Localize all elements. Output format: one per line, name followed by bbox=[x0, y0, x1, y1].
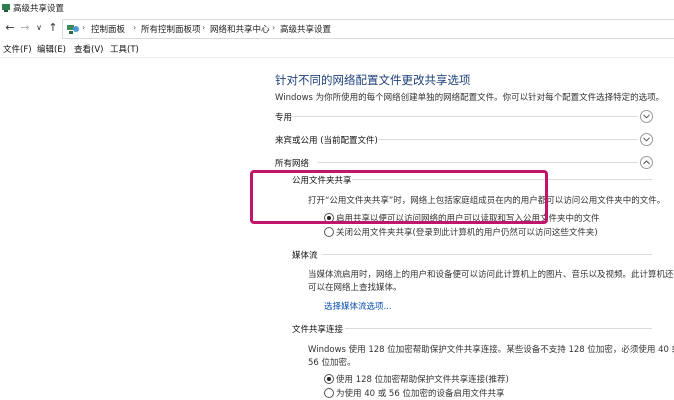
divider bbox=[318, 162, 638, 163]
address-bar[interactable]: › 控制面板 › 所有控制面板项 › 网络和共享中心 › 高级共享设置 bbox=[62, 19, 674, 39]
encryption-40-56-radio[interactable] bbox=[324, 388, 334, 398]
profile-private-label[interactable]: 专用 bbox=[275, 111, 292, 123]
network-sharing-icon bbox=[2, 4, 10, 12]
public-folder-off-label[interactable]: 关闭公用文件夹共享(登录到此计算机的用户仍然可以访问这些文件夹) bbox=[336, 226, 598, 238]
window-title: 高级共享设置 bbox=[13, 4, 65, 14]
encryption-128-radio[interactable] bbox=[324, 374, 334, 384]
control-panel-icon bbox=[67, 25, 79, 34]
chevron-down-icon bbox=[643, 114, 650, 119]
divider bbox=[322, 254, 652, 255]
page-description: Windows 为你所使用的每个网络创建单独的网络配置文件。你可以针对每个配置文… bbox=[275, 93, 665, 103]
encryption-128-label[interactable]: 使用 128 位加密帮助保护文件共享连接(推荐) bbox=[336, 373, 509, 385]
forward-button[interactable]: → bbox=[18, 21, 32, 35]
profile-guest-public-label[interactable]: 来宾或公用 (当前配置文件) bbox=[275, 134, 378, 146]
breadcrumb-separator-icon: › bbox=[82, 23, 86, 32]
menu-bar: 文件(F) 编辑(E) 查看(V) 工具(T) bbox=[0, 40, 674, 58]
up-button[interactable]: ↑ bbox=[46, 21, 60, 35]
page-title: 针对不同的网络配置文件更改共享选项 bbox=[275, 73, 471, 87]
media-description-line2: 可以在网络上查找媒体。 bbox=[308, 283, 402, 293]
file-sharing-heading: 文件共享连接 bbox=[292, 325, 344, 335]
file-sharing-description-line1: Windows 使用 128 位加密帮助保护文件共享连接。某些设备不支持 128… bbox=[308, 345, 674, 355]
highlight-box bbox=[250, 170, 548, 224]
breadcrumb-separator-icon: › bbox=[272, 23, 276, 32]
breadcrumb-separator-icon: › bbox=[202, 23, 206, 32]
recent-locations-button[interactable]: ∨ bbox=[32, 21, 46, 35]
expand-guest-public-button[interactable] bbox=[640, 133, 653, 146]
public-folder-off-radio[interactable] bbox=[324, 227, 334, 237]
expand-private-button[interactable] bbox=[640, 110, 653, 123]
title-bar: 高级共享设置 bbox=[0, 0, 674, 17]
chevron-up-icon bbox=[643, 160, 650, 165]
collapse-all-networks-button[interactable] bbox=[640, 156, 653, 169]
divider bbox=[345, 328, 652, 329]
media-heading: 媒体流 bbox=[292, 251, 318, 261]
breadcrumb-all-items[interactable]: 所有控制面板项 bbox=[141, 23, 201, 35]
menu-tools[interactable]: 工具(T) bbox=[110, 43, 139, 55]
divider bbox=[378, 139, 638, 140]
media-options-link[interactable]: 选择媒体流选项... bbox=[324, 300, 392, 312]
menu-view[interactable]: 查看(V) bbox=[74, 43, 103, 55]
menu-file[interactable]: 文件(F) bbox=[3, 43, 32, 55]
breadcrumb-network-center[interactable]: 网络和共享中心 bbox=[210, 23, 270, 35]
breadcrumb-control-panel[interactable]: 控制面板 bbox=[91, 23, 125, 35]
main-content: 针对不同的网络配置文件更改共享选项 Windows 为你所使用的每个网络创建单独… bbox=[0, 58, 674, 400]
divider bbox=[290, 116, 638, 117]
menu-edit[interactable]: 编辑(E) bbox=[37, 43, 66, 55]
chevron-down-icon bbox=[643, 137, 650, 142]
encryption-40-56-label[interactable]: 为使用 40 或 56 位加密的设备启用文件共享 bbox=[336, 387, 504, 399]
breadcrumb-separator-icon: › bbox=[133, 23, 137, 32]
profile-all-networks-label[interactable]: 所有网络 bbox=[275, 157, 309, 169]
file-sharing-description-line2: 56 位加密。 bbox=[308, 358, 356, 368]
breadcrumb-advanced-sharing[interactable]: 高级共享设置 bbox=[280, 23, 331, 35]
address-row: ← → ∨ ↑ › 控制面板 › 所有控制面板项 › 网络和共享中心 › 高级共… bbox=[0, 16, 674, 40]
back-button[interactable]: ← bbox=[3, 21, 17, 35]
media-description-line1: 当媒体流启用时，网络上的用户和设备便可以访问此计算机上的图片、音乐以及视频。此计… bbox=[308, 270, 674, 280]
